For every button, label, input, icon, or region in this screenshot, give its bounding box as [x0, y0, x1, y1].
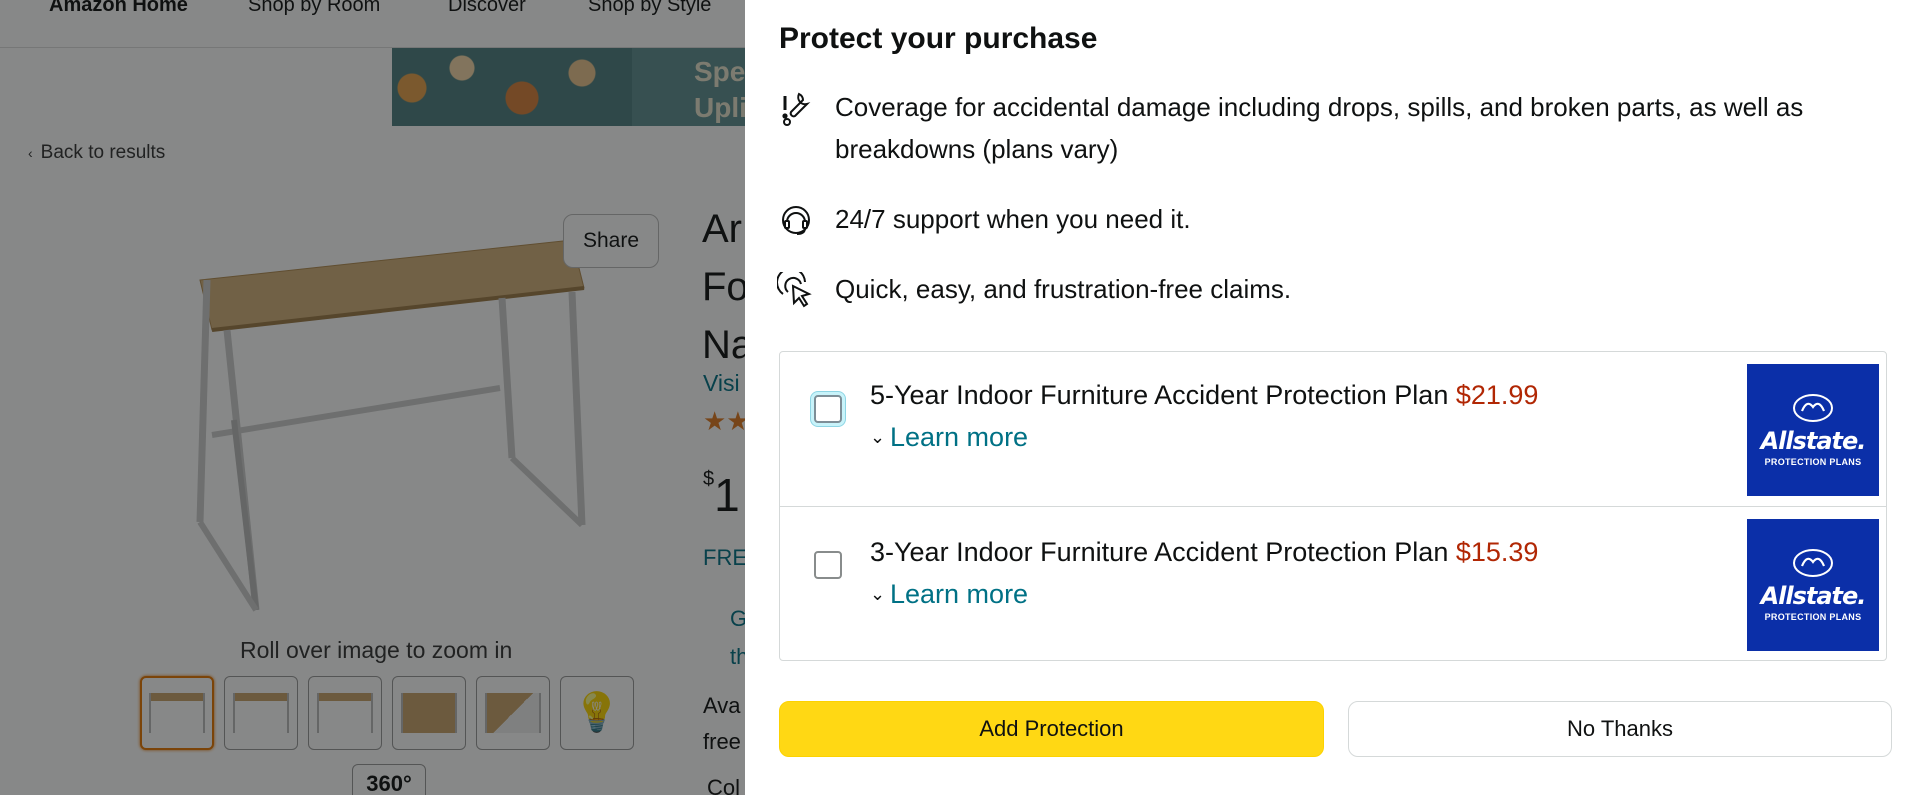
- plan-5-year-checkbox[interactable]: [814, 395, 842, 423]
- chevron-down-icon: ⌄: [870, 584, 886, 604]
- allstate-hands-icon: [1793, 394, 1833, 422]
- benefit-text: Coverage for accidental damage including…: [835, 92, 1804, 164]
- plan-5-year-learn-more[interactable]: ⌄ Learn more: [870, 422, 1028, 453]
- modal-backdrop[interactable]: [0, 0, 745, 795]
- pointer-click-icon: [777, 272, 812, 308]
- plan-3-year-learn-more[interactable]: ⌄ Learn more: [870, 579, 1028, 610]
- benefit-support: 24/7 support when you need it.: [777, 198, 1875, 240]
- sheet-title: Protect your purchase: [779, 22, 1098, 55]
- benefit-text: Quick, easy, and frustration-free claims…: [835, 274, 1292, 304]
- allstate-logo: Allstate. PROTECTION PLANS: [1747, 364, 1879, 496]
- add-protection-button[interactable]: Add Protection: [779, 701, 1324, 757]
- plan-list: 5-Year Indoor Furniture Accident Protect…: [779, 351, 1887, 661]
- plan-option-5-year[interactable]: 5-Year Indoor Furniture Accident Protect…: [780, 352, 1886, 506]
- benefit-text: 24/7 support when you need it.: [835, 204, 1191, 234]
- no-thanks-button[interactable]: No Thanks: [1348, 701, 1892, 757]
- plan-3-year-checkbox[interactable]: [814, 551, 842, 579]
- protection-plan-sheet: Protect your purchase Coverage for accid…: [745, 0, 1922, 795]
- plan-5-year-price: $21.99: [1455, 380, 1539, 410]
- chevron-down-icon: ⌄: [870, 427, 886, 447]
- plan-3-year-name: 3-Year Indoor Furniture Accident Protect…: [870, 537, 1539, 567]
- benefit-coverage: Coverage for accidental damage including…: [777, 86, 1875, 170]
- allstate-hands-icon: [1793, 549, 1833, 577]
- plan-5-year-name: 5-Year Indoor Furniture Accident Protect…: [870, 380, 1539, 410]
- plan-option-3-year[interactable]: 3-Year Indoor Furniture Accident Protect…: [780, 506, 1886, 660]
- allstate-logo: Allstate. PROTECTION PLANS: [1747, 519, 1879, 651]
- headset-support-icon: [782, 206, 810, 235]
- plan-3-year-price: $15.39: [1455, 537, 1539, 567]
- wrench-alert-icon: [782, 92, 811, 126]
- benefit-claims: Quick, easy, and frustration-free claims…: [777, 268, 1875, 310]
